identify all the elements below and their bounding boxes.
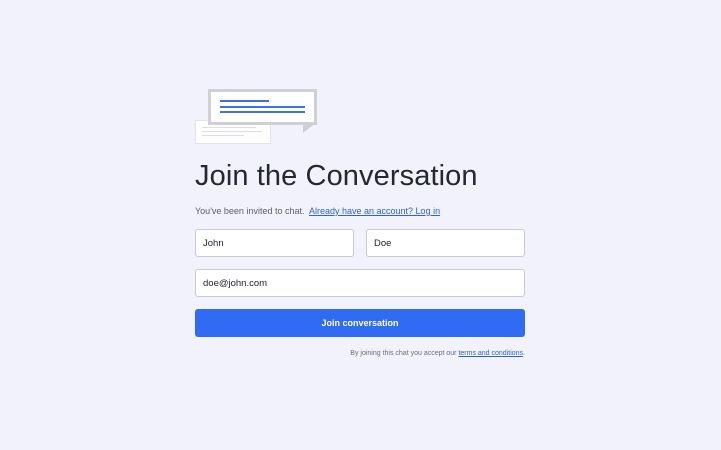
email-field[interactable] — [195, 269, 525, 297]
invite-text: You've been invited to chat. — [195, 206, 305, 216]
chat-bubble-tail — [303, 125, 313, 133]
last-name-field[interactable] — [366, 229, 525, 257]
terms-prefix: By joining this chat you accept our — [350, 350, 459, 357]
chat-bubbles-illustration — [195, 88, 320, 144]
join-conversation-button[interactable]: Join conversation — [195, 309, 525, 337]
invite-message: You've been invited to chat. Already hav… — [195, 206, 440, 216]
login-link[interactable]: Already have an account? Log in — [309, 206, 440, 216]
page-title: Join the Conversation — [195, 160, 478, 192]
terms-link[interactable]: terms and conditions — [458, 350, 523, 357]
terms-suffix: . — [523, 350, 525, 357]
join-form-container: Join the Conversation You've been invite… — [195, 88, 525, 357]
terms-notice: By joining this chat you accept our term… — [350, 350, 525, 357]
front-chat-bubble — [208, 89, 317, 125]
first-name-field[interactable] — [195, 229, 354, 257]
